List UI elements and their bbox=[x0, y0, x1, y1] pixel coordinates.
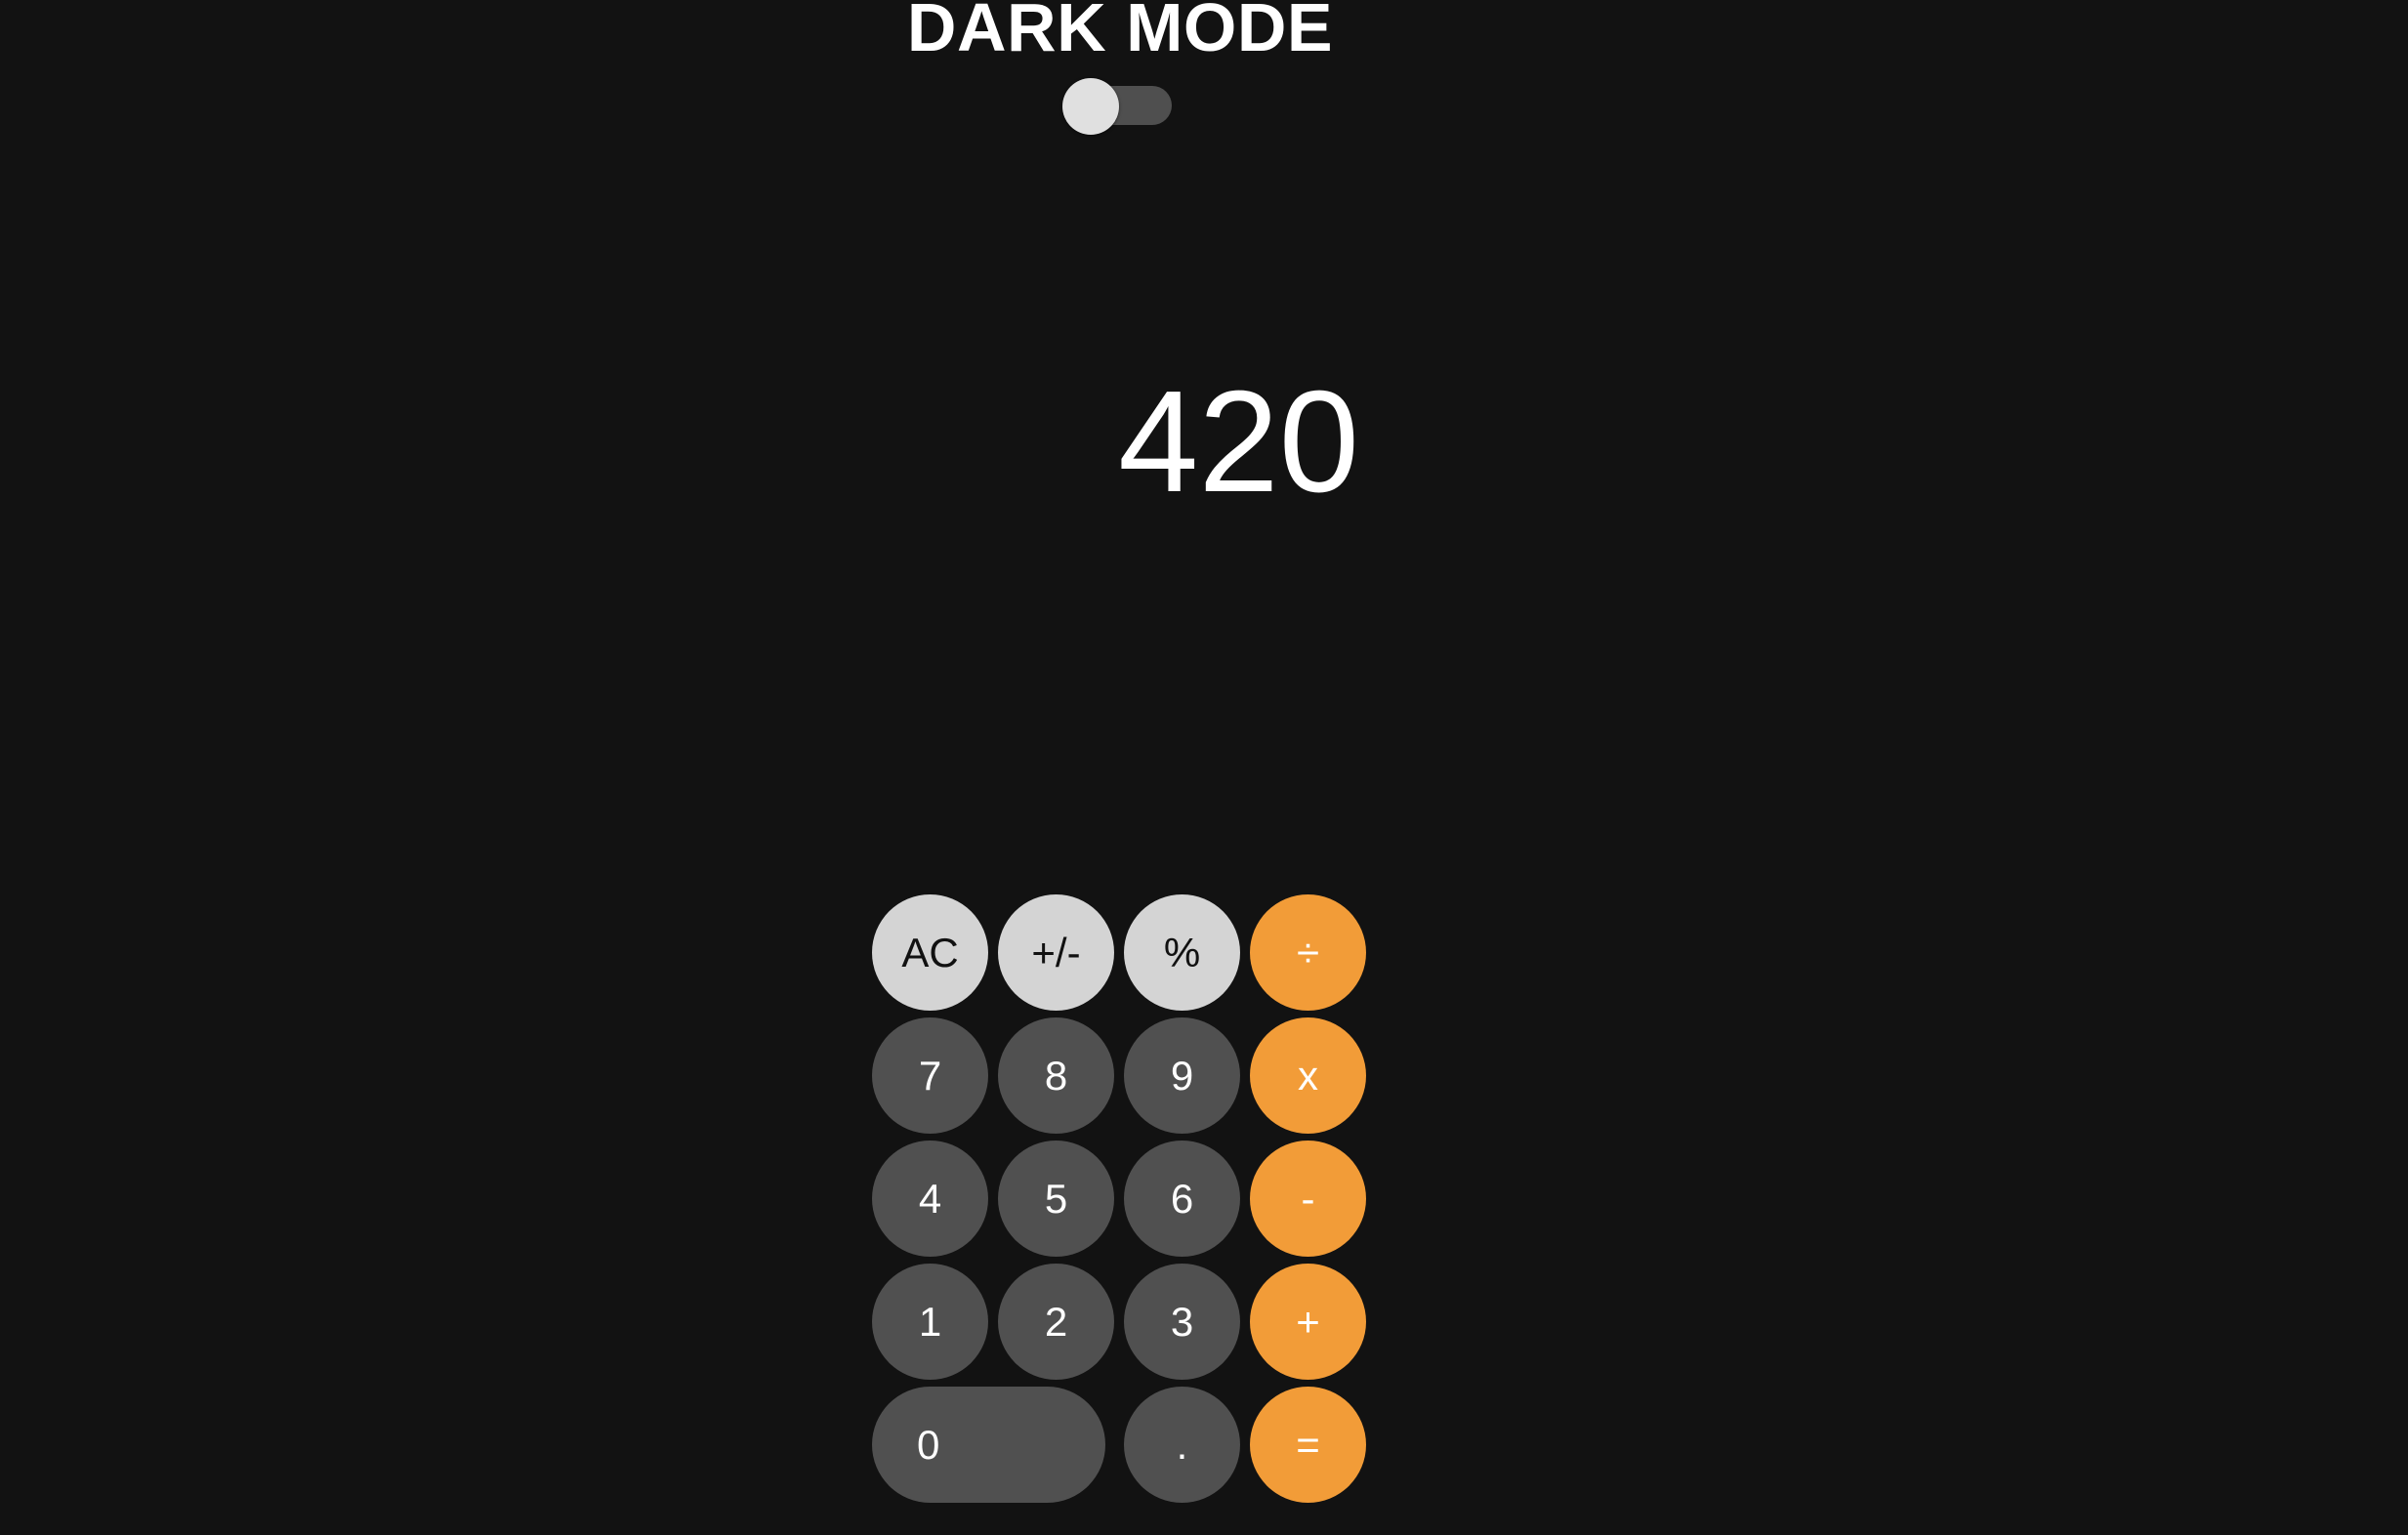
result-display: 420 bbox=[1118, 361, 1359, 522]
page-title: DARK MODE bbox=[906, 0, 1334, 65]
digit-4-button[interactable]: 4 bbox=[872, 1141, 988, 1257]
clear-button[interactable]: AC bbox=[872, 894, 988, 1011]
digit-0-button[interactable]: 0 bbox=[872, 1387, 1105, 1503]
decimal-button[interactable]: . bbox=[1124, 1387, 1240, 1503]
dark-mode-toggle[interactable] bbox=[1062, 78, 1172, 135]
digit-9-button[interactable]: 9 bbox=[1124, 1017, 1240, 1134]
multiply-button[interactable]: x bbox=[1250, 1017, 1366, 1134]
add-button[interactable]: + bbox=[1250, 1264, 1366, 1380]
digit-1-button[interactable]: 1 bbox=[872, 1264, 988, 1380]
divide-button[interactable]: ÷ bbox=[1250, 894, 1366, 1011]
digit-8-button[interactable]: 8 bbox=[998, 1017, 1114, 1134]
toggle-knob bbox=[1062, 78, 1119, 135]
subtract-button[interactable]: - bbox=[1250, 1141, 1366, 1257]
digit-7-button[interactable]: 7 bbox=[872, 1017, 988, 1134]
digit-6-button[interactable]: 6 bbox=[1124, 1141, 1240, 1257]
digit-3-button[interactable]: 3 bbox=[1124, 1264, 1240, 1380]
equals-button[interactable]: = bbox=[1250, 1387, 1366, 1503]
digit-2-button[interactable]: 2 bbox=[998, 1264, 1114, 1380]
digit-5-button[interactable]: 5 bbox=[998, 1141, 1114, 1257]
percent-button[interactable]: % bbox=[1124, 894, 1240, 1011]
calculator-app: DARK MODE 420 AC +/- % ÷ 7 8 9 x 4 5 6 -… bbox=[0, 0, 2408, 1535]
sign-toggle-button[interactable]: +/- bbox=[998, 894, 1114, 1011]
